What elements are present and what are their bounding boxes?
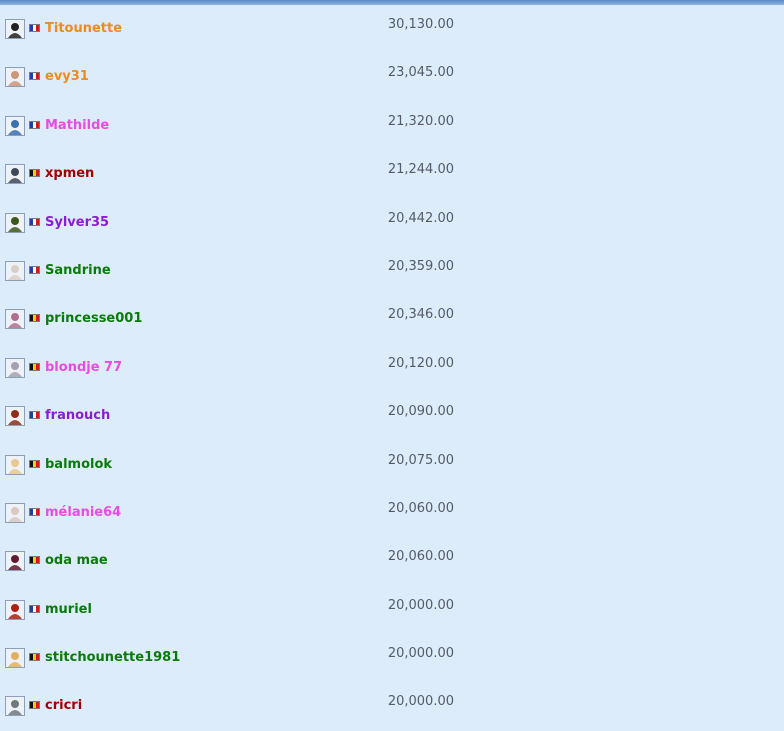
avatar[interactable] xyxy=(5,551,25,572)
player-score: 30,130.00 xyxy=(387,17,454,32)
france-flag-icon xyxy=(29,72,40,81)
player-score: 20,090.00 xyxy=(387,404,454,420)
ranking-row: xpmen 21,244.00 xyxy=(0,150,784,198)
avatar[interactable] xyxy=(5,648,25,669)
belgium-flag-icon xyxy=(29,314,40,323)
player-name-link[interactable]: princesse001 xyxy=(45,311,142,326)
france-flag-icon xyxy=(29,265,40,274)
belgium-flag-icon xyxy=(29,459,40,468)
avatar[interactable] xyxy=(5,19,25,39)
ranking-row: Titounette 30,130.00 xyxy=(0,5,784,53)
player-score: 20,346.00 xyxy=(387,307,454,323)
player-score: 20,000.00 xyxy=(387,694,454,710)
player-score: 20,060.00 xyxy=(387,549,454,565)
player-score: 20,075.00 xyxy=(387,452,454,468)
avatar[interactable] xyxy=(5,309,25,330)
avatar[interactable] xyxy=(5,260,25,281)
belgium-flag-icon xyxy=(29,556,40,565)
player-score: 21,320.00 xyxy=(387,113,454,129)
player-name-link[interactable]: balmolok xyxy=(45,457,112,472)
avatar[interactable] xyxy=(5,164,25,185)
player-name-link[interactable]: xpmen xyxy=(45,166,94,181)
france-flag-icon xyxy=(29,120,40,129)
avatar[interactable] xyxy=(5,599,25,620)
france-flag-icon xyxy=(29,604,40,613)
player-name-link[interactable]: stitchounette1981 xyxy=(45,650,180,665)
avatar[interactable] xyxy=(5,67,25,88)
ranking-row: franouch 20,090.00 xyxy=(0,392,784,440)
france-flag-icon xyxy=(29,507,40,516)
avatar[interactable] xyxy=(5,406,25,427)
avatar[interactable] xyxy=(5,502,25,523)
player-score: 20,359.00 xyxy=(387,258,454,274)
player-score: 20,000.00 xyxy=(387,597,454,613)
ranking-row: Sandrine 20,359.00 xyxy=(0,247,784,295)
ranking-row: oda mae 20,060.00 xyxy=(0,537,784,585)
avatar[interactable] xyxy=(5,454,25,475)
player-score: 20,442.00 xyxy=(387,210,454,226)
player-name-link[interactable]: franouch xyxy=(45,408,110,423)
player-name-link[interactable]: evy31 xyxy=(45,69,89,84)
ranking-row: evy31 23,045.00 xyxy=(0,53,784,101)
belgium-flag-icon xyxy=(29,362,40,371)
ranking-row: Mathilde 21,320.00 xyxy=(0,102,784,150)
player-name-link[interactable]: Sylver35 xyxy=(45,215,109,230)
player-name-link[interactable]: blondje 77 xyxy=(45,360,122,375)
player-score: 20,000.00 xyxy=(387,646,454,662)
player-name-link[interactable]: oda mae xyxy=(45,553,108,568)
player-score: 20,120.00 xyxy=(387,355,454,371)
player-name-link[interactable]: Mathilde xyxy=(45,118,109,133)
ranking-row: Sylver35 20,442.00 xyxy=(0,199,784,247)
france-flag-icon xyxy=(29,217,40,226)
ranking-row: princesse001 20,346.00 xyxy=(0,295,784,343)
france-flag-icon xyxy=(29,24,40,32)
avatar[interactable] xyxy=(5,357,25,378)
player-name-link[interactable]: muriel xyxy=(45,602,92,617)
ranking-row: blondje 77 20,120.00 xyxy=(0,344,784,392)
player-name-link[interactable]: Sandrine xyxy=(45,263,111,278)
belgium-flag-icon xyxy=(29,653,40,662)
player-name-link[interactable]: cricri xyxy=(45,698,82,713)
avatar[interactable] xyxy=(5,696,25,717)
avatar[interactable] xyxy=(5,115,25,136)
ranking-row: mélanie64 20,060.00 xyxy=(0,489,784,537)
avatar[interactable] xyxy=(5,212,25,233)
belgium-flag-icon xyxy=(29,169,40,178)
belgium-flag-icon xyxy=(29,701,40,710)
player-score: 21,244.00 xyxy=(387,162,454,178)
player-score: 20,060.00 xyxy=(387,500,454,516)
ranking-list: Titounette 30,130.00 evy31 23,045.00 Mathild… xyxy=(0,5,784,731)
ranking-row: stitchounette1981 20,000.00 xyxy=(0,634,784,682)
player-name-link[interactable]: mélanie64 xyxy=(45,505,121,520)
player-score: 23,045.00 xyxy=(387,65,454,81)
ranking-row: balmolok 20,075.00 xyxy=(0,441,784,489)
france-flag-icon xyxy=(29,411,40,420)
ranking-row: muriel 20,000.00 xyxy=(0,586,784,634)
player-name-link[interactable]: Titounette xyxy=(45,21,122,36)
